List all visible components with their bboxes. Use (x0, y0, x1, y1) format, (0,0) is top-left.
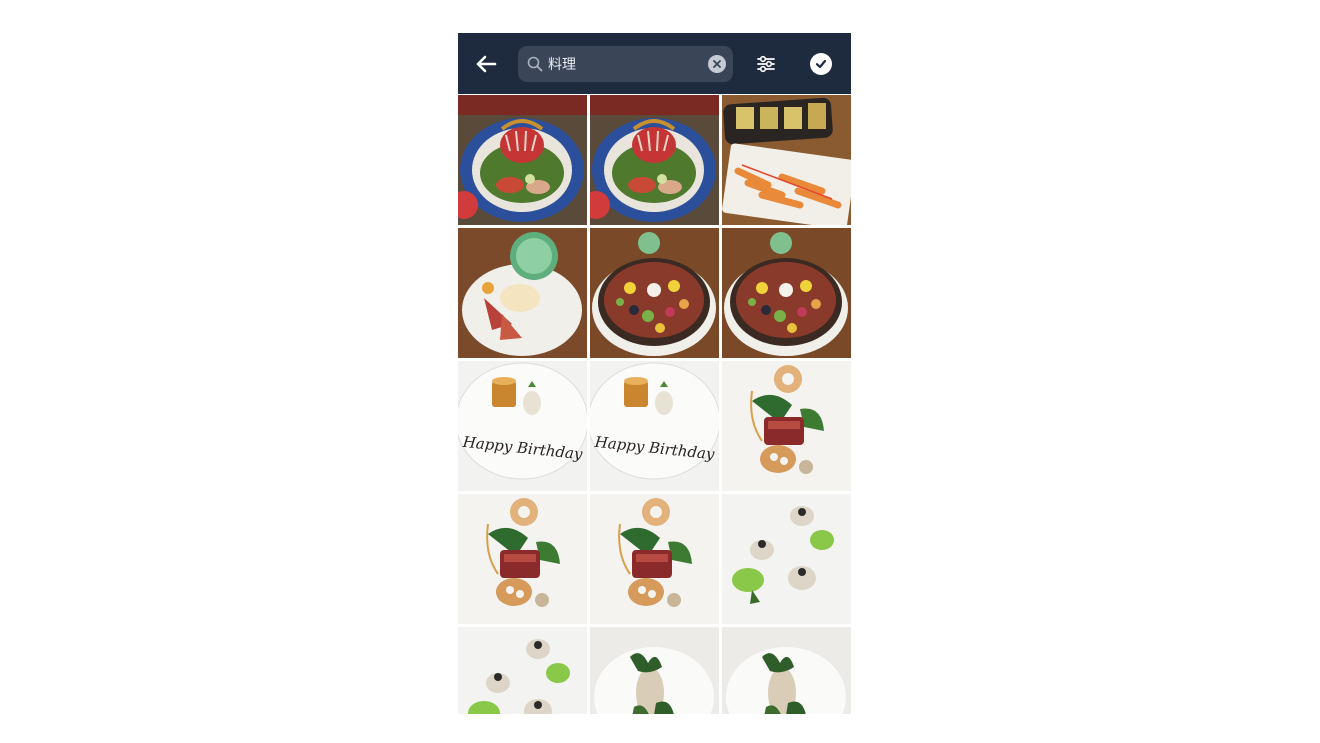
birthday-photo: Happy Birthday (590, 361, 719, 491)
search-bar[interactable] (518, 46, 733, 82)
scallop-dish-photo (722, 494, 851, 624)
herb-dish-photo (590, 627, 719, 714)
photo-thumbnail[interactable]: Happy Birthday (458, 361, 587, 491)
search-icon (527, 56, 543, 72)
photo-thumbnail[interactable] (722, 361, 851, 491)
back-button[interactable] (472, 50, 500, 78)
meat-dish-photo (590, 494, 719, 624)
photo-thumbnail[interactable] (722, 228, 851, 358)
salad-photo (458, 95, 587, 225)
photo-thumbnail[interactable]: Happy Birthday (590, 361, 719, 491)
done-button[interactable] (810, 53, 832, 75)
arrow-left-icon (476, 55, 497, 73)
photo-thumbnail[interactable] (722, 627, 851, 714)
dessert-plate-photo (458, 228, 587, 358)
photo-thumbnail[interactable] (458, 627, 587, 714)
herb-dish-photo (722, 627, 851, 714)
search-input[interactable] (548, 52, 698, 76)
filter-button[interactable] (752, 50, 780, 78)
photo-thumbnail[interactable] (458, 228, 587, 358)
clear-circle-icon (713, 60, 721, 68)
salad-photo (590, 95, 719, 225)
appetizers-photo (722, 95, 851, 225)
sliders-icon (757, 55, 775, 73)
photo-thumbnail[interactable] (722, 494, 851, 624)
birthday-photo: Happy Birthday (458, 361, 587, 491)
photo-thumbnail[interactable] (458, 95, 587, 225)
photo-thumbnail[interactable] (590, 228, 719, 358)
top-bar (458, 33, 851, 94)
tart-photo (722, 228, 851, 358)
checkmark-circle-icon (815, 59, 827, 69)
phone-screen: Happy Birthday Happy Birthday (458, 33, 851, 714)
photo-grid: Happy Birthday Happy Birthday (458, 95, 851, 714)
photo-thumbnail[interactable] (722, 95, 851, 225)
meat-dish-photo (458, 494, 587, 624)
tart-photo (590, 228, 719, 358)
photo-thumbnail[interactable] (590, 494, 719, 624)
photo-thumbnail[interactable] (590, 627, 719, 714)
photo-thumbnail[interactable] (590, 95, 719, 225)
clear-search-button[interactable] (708, 55, 726, 73)
meat-dish-photo (722, 361, 851, 491)
scallop-dish-photo (458, 627, 587, 714)
photo-thumbnail[interactable] (458, 494, 587, 624)
